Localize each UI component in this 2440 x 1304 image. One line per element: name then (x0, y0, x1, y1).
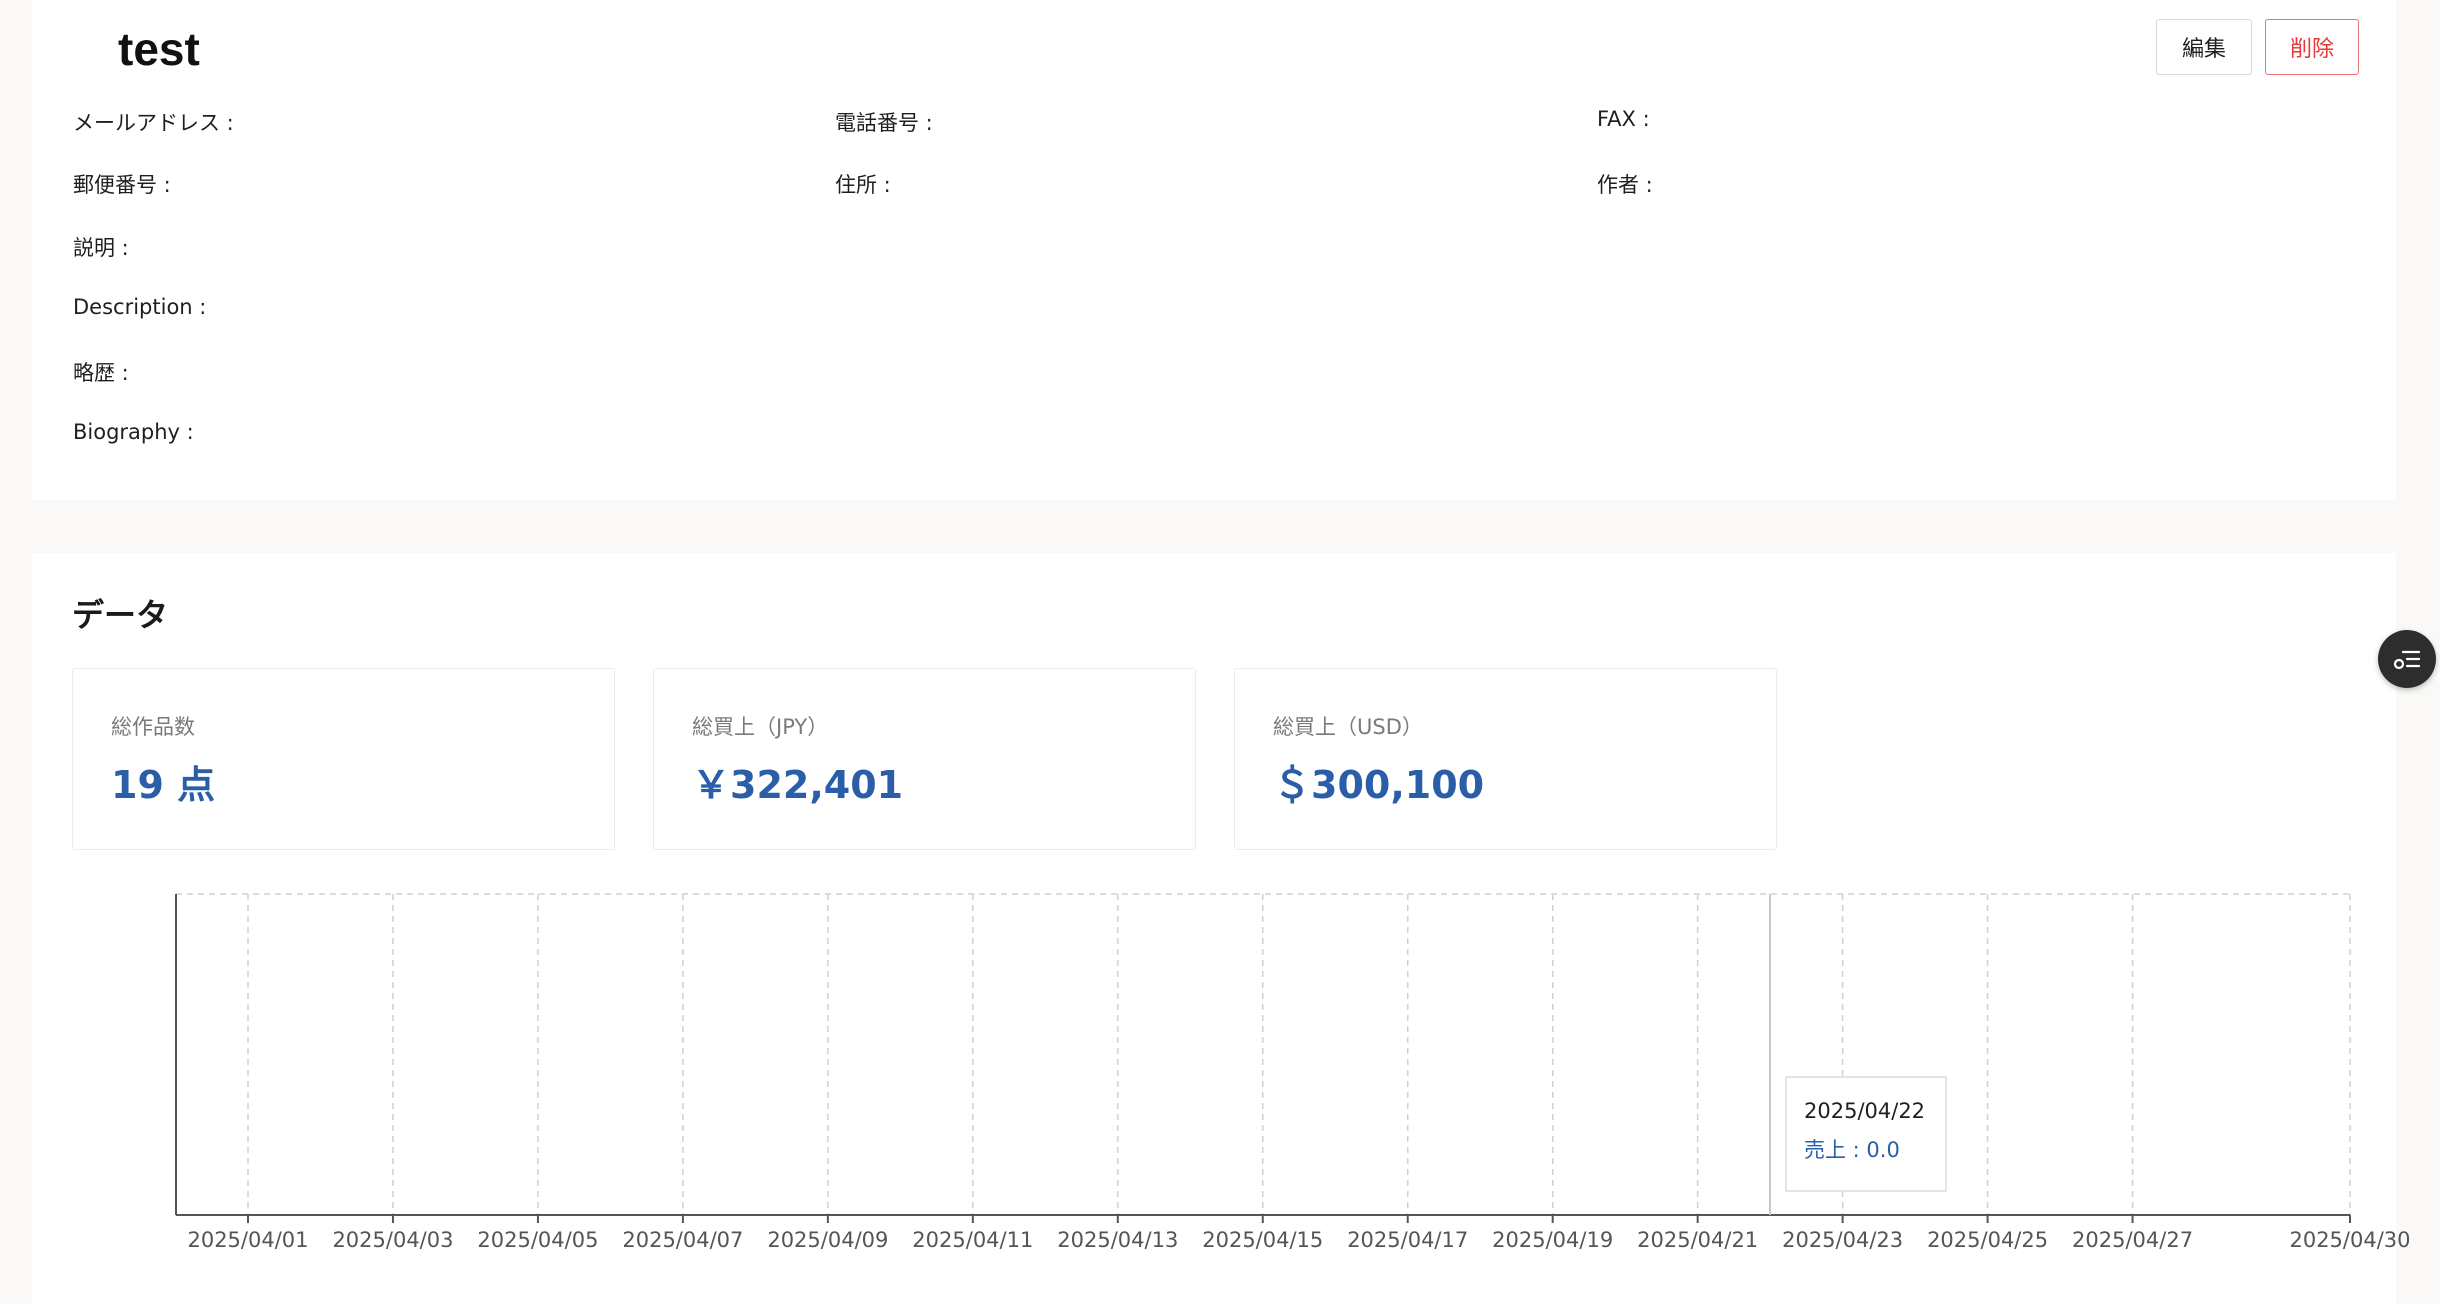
email-label: メールアドレス : (73, 111, 234, 135)
stat-label: 総買上（USD） (1273, 715, 1423, 739)
description-en-label: Description : (73, 295, 207, 319)
edit-button[interactable]: 編集 (2156, 19, 2252, 75)
description-ja-label: 説明 : (73, 236, 129, 260)
postal-code-label: 郵便番号 : (73, 173, 171, 197)
list-settings-button[interactable] (2378, 630, 2436, 688)
biography-en-label: Biography : (73, 420, 194, 444)
stat-value: ＄300,100 (1273, 763, 1485, 807)
fax-label: FAX : (1597, 107, 1650, 131)
stat-value: 19 点 (111, 763, 216, 807)
delete-button[interactable]: 削除 (2265, 19, 2359, 75)
data-card (32, 553, 2396, 1304)
detail-card (32, 0, 2396, 500)
data-section-title: データ (72, 596, 169, 634)
biography-ja-label: 略歴 : (73, 361, 129, 385)
author-label: 作者 : (1597, 173, 1653, 197)
stat-card-total-jpy: 総買上（JPY） ￥322,401 (653, 668, 1196, 850)
stat-card-total-works: 総作品数 19 点 (72, 668, 615, 850)
stat-label: 総作品数 (111, 715, 195, 739)
address-label: 住所 : (835, 173, 891, 197)
phone-label: 電話番号 : (835, 111, 933, 135)
stat-value: ￥322,401 (692, 763, 904, 807)
page-title: test (118, 23, 200, 75)
stat-card-total-usd: 総買上（USD） ＄300,100 (1234, 668, 1777, 850)
list-settings-icon (2393, 650, 2421, 670)
stat-label: 総買上（JPY） (692, 715, 829, 739)
